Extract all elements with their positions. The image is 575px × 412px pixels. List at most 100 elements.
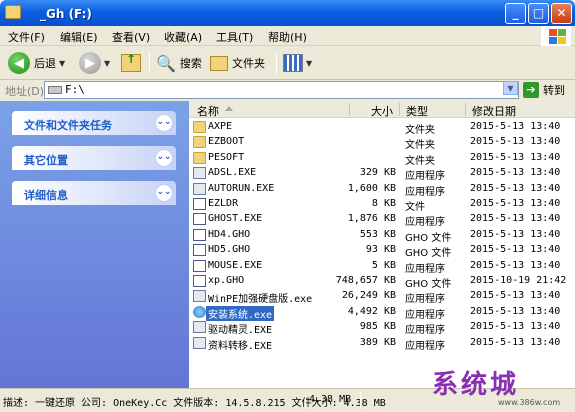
file-date: 2015-5-13 13:40: [470, 121, 561, 132]
views-button[interactable]: ▼: [283, 51, 312, 75]
file-row[interactable]: PESOFT 文件夹 2015-5-13 13:40: [189, 151, 575, 167]
menu-help[interactable]: 帮助(H): [268, 29, 307, 45]
file-type: 应用程序: [405, 294, 445, 306]
up-folder-button[interactable]: ↑: [121, 51, 141, 75]
file-type: 文件夹: [405, 155, 435, 167]
file-date: 2015-5-13 13:40: [470, 305, 561, 317]
file-type: 应用程序: [405, 340, 445, 352]
chevron-down-icon: ▼: [59, 58, 66, 68]
file-size: 748,657 KB: [335, 275, 396, 286]
file-size: 553 KB: [359, 228, 396, 240]
address-label: 地址(D): [5, 85, 45, 98]
column-size[interactable]: 大小: [371, 103, 393, 119]
window-title: _Gh (F:): [28, 7, 92, 21]
file-type: 应用程序: [405, 186, 445, 198]
menu-tools[interactable]: 工具(T): [216, 29, 253, 45]
file-row[interactable]: 安装系统.exe 4,492 KB 应用程序 2015-5-13 13:40: [189, 305, 575, 321]
minimize-button[interactable]: _: [505, 3, 526, 24]
up-folder-icon: ↑: [121, 52, 141, 72]
folder-icon: [193, 151, 206, 164]
maximize-button[interactable]: □: [528, 3, 549, 24]
status-divider: [360, 392, 361, 409]
column-divider[interactable]: [465, 103, 466, 116]
chevron-down-icon[interactable]: ⌄⌄: [155, 149, 173, 167]
address-input[interactable]: F:\: [44, 81, 519, 99]
file-row[interactable]: HD4.GHO 553 KB GHO 文件 2015-5-13 13:40: [189, 228, 575, 244]
file-row[interactable]: 资料转移.EXE 389 KB 应用程序 2015-5-13 13:40: [189, 336, 575, 352]
menu-file[interactable]: 文件(F): [8, 29, 45, 45]
close-button[interactable]: ✕: [551, 3, 572, 24]
gho-icon: [193, 244, 206, 257]
file-size: 93 KB: [365, 244, 396, 256]
file-list: 名称 大小 类型 修改日期 AXPE 文件夹 2015-5-13 13:40 EZBO…: [189, 101, 575, 388]
exe-icon: [193, 182, 206, 195]
file-type: GHO 文件: [405, 232, 452, 244]
chevron-down-icon[interactable]: ⌄⌄: [155, 114, 173, 132]
folder-icon: [5, 5, 21, 19]
file-row[interactable]: AUTORUN.EXE 1,600 KB 应用程序 2015-5-13 13:40: [189, 182, 575, 198]
file-name: 驱动精灵.EXE: [208, 325, 273, 337]
forward-arrow-icon: ▶: [79, 52, 101, 74]
file-name: 资料转移.EXE: [208, 340, 273, 352]
menu-edit[interactable]: 编辑(E): [60, 29, 98, 45]
address-value: F:\: [65, 83, 85, 96]
search-icon: 🔍: [156, 53, 176, 73]
task-panel-file-folder-tasks[interactable]: 文件和文件夹任务 ⌄⌄: [12, 111, 176, 135]
search-button[interactable]: 🔍 搜索: [156, 51, 202, 75]
file-row[interactable]: xp.GHO 748,657 KB GHO 文件 2015-10-19 21:42: [189, 274, 575, 290]
windows-logo-icon: [541, 26, 571, 46]
back-button[interactable]: ◀ 后退 ▼: [8, 51, 65, 75]
file-row[interactable]: WinPE加强硬盘版.exe 26,249 KB 应用程序 2015-5-13 13:…: [189, 289, 575, 306]
menu-view[interactable]: 查看(V): [112, 29, 150, 45]
file-date: 2015-5-13 13:40: [470, 167, 561, 179]
address-dropdown-button[interactable]: ▼: [503, 81, 518, 95]
status-size: 4.38 MB: [309, 394, 352, 405]
file-date: 2015-5-13 13:40: [470, 182, 561, 194]
file-date: 2015-5-13 13:40: [470, 336, 561, 348]
file-type: 应用程序: [405, 217, 445, 229]
setup-icon: [193, 305, 206, 318]
folders-button[interactable]: 文件夹: [210, 51, 265, 75]
watermark-logo: 系统城 www.386w.com: [418, 360, 573, 410]
task-panel-other-places[interactable]: 其它位置 ⌄⌄: [12, 146, 176, 170]
go-button[interactable]: ➔ 转到: [523, 81, 565, 99]
file-size: 4,492 KB: [347, 305, 396, 317]
file-row[interactable]: 驱动精灵.EXE 985 KB 应用程序 2015-5-13 13:40: [189, 320, 575, 337]
file-type: GHO 文件: [405, 279, 452, 290]
file-date: 2015-5-13 13:40: [470, 228, 561, 240]
file-date: 2015-5-13 13:40: [470, 151, 561, 163]
folder-icon: [193, 121, 206, 133]
file-row[interactable]: HD5.GHO 93 KB GHO 文件 2015-5-13 13:40: [189, 243, 575, 259]
forward-button[interactable]: ▶ ▼: [79, 51, 110, 75]
search-label: 搜索: [179, 57, 202, 70]
file-name: MOUSE.EXE: [208, 259, 263, 271]
file-row[interactable]: ADSL.EXE 329 KB 应用程序 2015-5-13 13:40: [189, 166, 575, 182]
file-row[interactable]: GHOST.EXE 1,876 KB 应用程序 2015-5-13 13:40: [189, 212, 575, 229]
file-name: xp.GHO: [208, 275, 245, 286]
file-name: 安装系统.exe: [206, 305, 275, 321]
column-type[interactable]: 类型: [406, 103, 428, 119]
file-row[interactable]: EZBOOT 文件夹 2015-5-13 13:40: [189, 135, 575, 151]
file-date: 2015-5-13 13:40: [470, 321, 561, 333]
file-name: EZBOOT: [208, 136, 245, 148]
task-panel-details[interactable]: 详细信息 ⌄⌄: [12, 181, 176, 205]
chevron-down-icon[interactable]: ⌄⌄: [155, 184, 173, 202]
gho-icon: [193, 259, 206, 272]
file-row[interactable]: AXPE 文件夹 2015-5-13 13:40: [189, 120, 575, 136]
column-divider[interactable]: [349, 103, 350, 116]
file-size: 5 KB: [371, 259, 396, 271]
go-arrow-icon: ➔: [523, 82, 539, 98]
file-row[interactable]: MOUSE.EXE 5 KB 应用程序 2015-5-13 13:40: [189, 259, 575, 275]
address-bar: 地址(D) F:\ ▼ ➔ 转到: [0, 80, 575, 101]
menu-favorites[interactable]: 收藏(A): [164, 29, 202, 45]
title-bar[interactable]: _Gh (F:) _ □ ✕: [0, 0, 575, 26]
column-date[interactable]: 修改日期: [472, 103, 516, 119]
file-name: HD5.GHO: [208, 244, 251, 256]
file-row[interactable]: EZLDR 8 KB 文件 2015-5-13 13:40: [189, 197, 575, 213]
file-type: 应用程序: [405, 263, 445, 275]
task-pane: 文件和文件夹任务 ⌄⌄ 其它位置 ⌄⌄ 详细信息 ⌄⌄: [0, 101, 189, 388]
column-name[interactable]: 名称: [197, 103, 219, 119]
menu-bar: 文件(F) 编辑(E) 查看(V) 收藏(A) 工具(T) 帮助(H): [0, 26, 575, 46]
column-divider[interactable]: [399, 103, 400, 116]
chevron-down-icon: ▼: [306, 58, 313, 68]
